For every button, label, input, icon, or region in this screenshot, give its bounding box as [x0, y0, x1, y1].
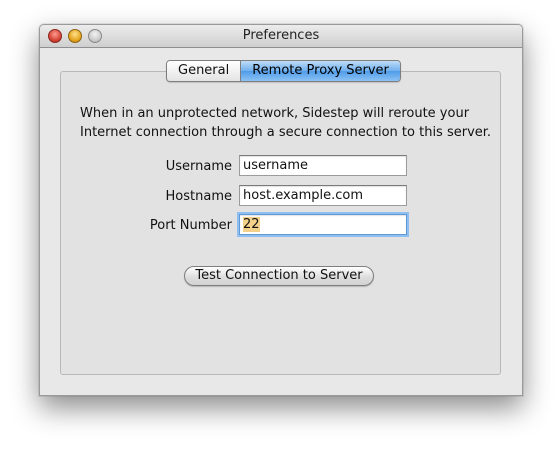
description-line-1: When in an unprotected network, Sidestep…	[80, 106, 470, 121]
test-connection-button[interactable]: Test Connection to Server	[184, 266, 374, 286]
username-field[interactable]: username	[239, 155, 407, 176]
description-line-2: Internet connection through a secure con…	[80, 125, 492, 140]
port-number-field[interactable]: 22	[239, 214, 407, 235]
title-bar[interactable]: Preferences	[40, 25, 522, 48]
tab-general[interactable]: General	[167, 61, 241, 81]
port-number-value: 22	[243, 217, 260, 232]
hostname-label: Hostname	[165, 189, 232, 204]
username-label: Username	[165, 159, 232, 174]
description-text: When in an unprotected network, Sidestep…	[80, 104, 500, 142]
window-title: Preferences	[242, 28, 320, 43]
hostname-field[interactable]: host.example.com	[239, 185, 407, 206]
preferences-window: Preferences General Remote Proxy Server …	[39, 24, 523, 396]
tab-bar: General Remote Proxy Server	[166, 60, 401, 82]
tab-remote-proxy-server[interactable]: Remote Proxy Server	[240, 61, 400, 81]
port-number-label: Port Number	[149, 218, 232, 233]
